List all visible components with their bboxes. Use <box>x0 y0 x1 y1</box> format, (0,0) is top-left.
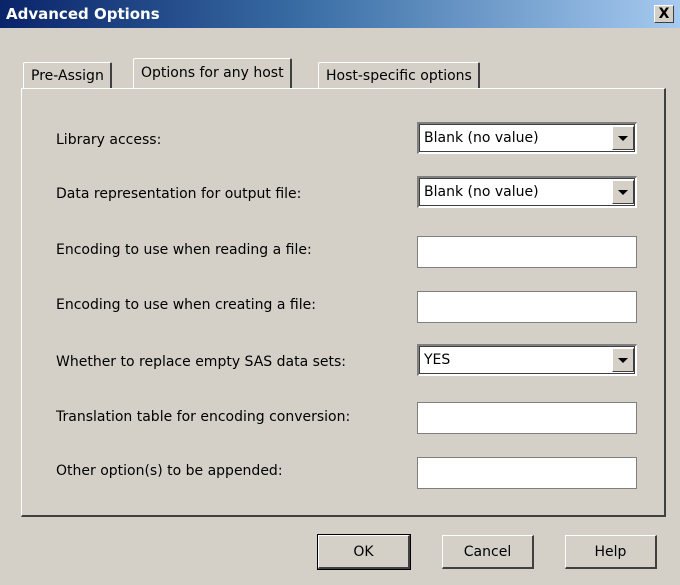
cancel-button-label: Cancel <box>463 543 512 560</box>
library-access-value: Blank (no value) <box>424 130 539 146</box>
tab-label: Pre-Assign <box>31 68 104 84</box>
library-access-label: Library access: <box>56 132 162 148</box>
tab-host-specific-options[interactable]: Host-specific options <box>318 62 480 88</box>
chevron-down-icon <box>618 135 628 141</box>
encoding-reading-field[interactable] <box>417 236 637 268</box>
data-representation-dropdown-button[interactable] <box>612 180 634 204</box>
replace-empty-dropdown-button[interactable] <box>612 348 634 372</box>
chevron-down-icon <box>618 189 628 195</box>
tab-label: Options for any host <box>141 65 284 81</box>
ok-button[interactable]: OK <box>317 534 411 570</box>
data-representation-value: Blank (no value) <box>424 184 539 200</box>
help-button-label: Help <box>594 543 627 560</box>
tab-pre-assign[interactable]: Pre-Assign <box>23 62 112 88</box>
encoding-creating-field[interactable] <box>417 291 637 323</box>
title-bar: Advanced Options X <box>0 0 680 28</box>
close-button[interactable]: X <box>654 5 674 23</box>
other-options-label: Other option(s) to be appended: <box>56 463 283 479</box>
replace-empty-label: Whether to replace empty SAS data sets: <box>56 354 347 370</box>
library-access-dropdown-button[interactable] <box>612 126 634 150</box>
ok-button-label: OK <box>353 543 374 560</box>
replace-empty-select[interactable]: YES <box>417 344 637 376</box>
translation-table-field[interactable] <box>417 402 637 434</box>
replace-empty-value: YES <box>424 352 451 368</box>
encoding-reading-label: Encoding to use when reading a file: <box>56 242 312 258</box>
options-panel: Library access: Blank (no value) Data re… <box>21 88 666 517</box>
tab-label: Host-specific options <box>326 68 472 84</box>
other-options-field[interactable] <box>417 457 637 489</box>
encoding-creating-label: Encoding to use when creating a file: <box>56 297 316 313</box>
data-representation-label: Data representation for output file: <box>56 186 302 202</box>
chevron-down-icon <box>618 357 628 363</box>
library-access-select[interactable]: Blank (no value) <box>417 122 637 154</box>
close-icon: X <box>658 6 670 22</box>
translation-table-label: Translation table for encoding conversio… <box>56 409 351 425</box>
help-button[interactable]: Help <box>565 535 657 569</box>
data-representation-select[interactable]: Blank (no value) <box>417 176 637 208</box>
tab-options-for-any-host[interactable]: Options for any host <box>133 58 292 88</box>
cancel-button[interactable]: Cancel <box>442 535 534 569</box>
window-title: Advanced Options <box>6 5 160 23</box>
